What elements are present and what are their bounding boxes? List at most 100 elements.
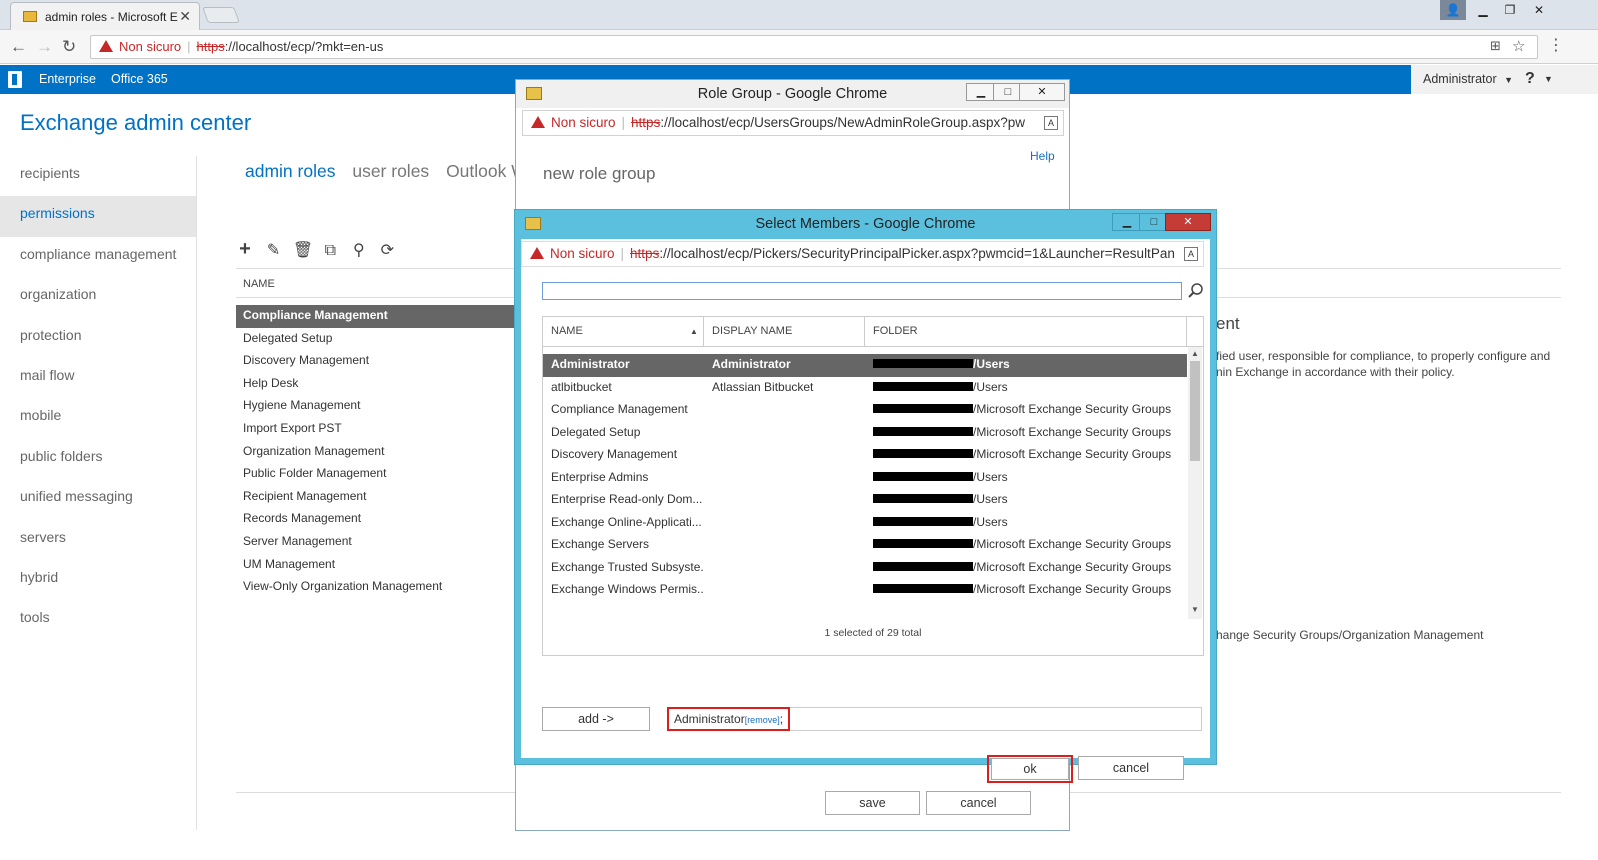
address-bar[interactable]: Non sicuro | https://localhost/ecp/?mkt=en… bbox=[90, 35, 1538, 59]
table-row[interactable]: Exchange Servers /Microsoft Exchange Sec… bbox=[543, 534, 1187, 557]
page-favicon-icon bbox=[23, 11, 37, 22]
table-row[interactable]: Enterprise Read-only Dom... /Users bbox=[543, 489, 1187, 512]
nav-item-hybrid[interactable]: hybrid bbox=[0, 560, 196, 600]
nav-item-protection[interactable]: protection bbox=[0, 318, 196, 358]
nav-item-permissions[interactable]: permissions bbox=[0, 196, 196, 237]
list-item[interactable]: Delegated Setup bbox=[236, 328, 516, 351]
table-row[interactable]: Administrator Administrator /Users bbox=[543, 354, 1187, 377]
table-row[interactable]: atlbitbucket Atlassian Bitbucket /Users bbox=[543, 377, 1187, 400]
close-window-button[interactable]: ✕ bbox=[1526, 0, 1552, 20]
list-item[interactable]: UM Management bbox=[236, 554, 516, 577]
column-name-header[interactable]: NAME bbox=[243, 278, 275, 290]
save-button[interactable]: save bbox=[825, 791, 920, 815]
help-link[interactable]: Help bbox=[1030, 149, 1055, 163]
nav-item-servers[interactable]: servers bbox=[0, 520, 196, 560]
nav-item-organization[interactable]: organization bbox=[0, 277, 196, 317]
list-item[interactable]: Compliance Management bbox=[236, 305, 516, 328]
row-folder: /Users bbox=[865, 489, 1187, 510]
cancel-button[interactable]: cancel bbox=[926, 791, 1031, 815]
tab-user-roles[interactable]: user roles bbox=[352, 161, 429, 181]
remove-link[interactable]: [remove] bbox=[745, 715, 780, 725]
select-members-address-bar[interactable]: Non sicuro | https://localhost/ecp/Pickers… bbox=[521, 241, 1204, 267]
column-header-display-name[interactable]: DISPLAY NAME bbox=[704, 317, 865, 347]
back-arrow-icon[interactable]: ← bbox=[10, 37, 27, 57]
column-header-name[interactable]: NAME ▲ bbox=[543, 317, 704, 347]
list-item[interactable]: Help Desk bbox=[236, 373, 516, 396]
row-folder: /Microsoft Exchange Security Groups bbox=[865, 534, 1187, 555]
list-item[interactable]: Server Management bbox=[236, 531, 516, 554]
row-name: Enterprise Admins bbox=[551, 469, 649, 484]
table-row[interactable]: Delegated Setup /Microsoft Exchange Secu… bbox=[543, 422, 1187, 445]
nav-item-compliance-management[interactable]: compliance management bbox=[0, 237, 196, 277]
top-link-enterprise[interactable]: Enterprise bbox=[39, 72, 96, 86]
add-button[interactable]: add -> bbox=[542, 707, 650, 731]
list-item[interactable]: Records Management bbox=[236, 508, 516, 531]
scroll-down-icon[interactable]: ▼ bbox=[1191, 605, 1199, 614]
table-row[interactable]: Compliance Management /Microsoft Exchang… bbox=[543, 399, 1187, 422]
close-button[interactable]: ✕ bbox=[1019, 83, 1065, 101]
tab-close-icon[interactable]: ✕ bbox=[179, 8, 191, 25]
nav-item-mail-flow[interactable]: mail flow bbox=[0, 358, 196, 398]
cancel-button[interactable]: cancel bbox=[1078, 756, 1184, 780]
nav-item-tools[interactable]: tools bbox=[0, 600, 196, 640]
vertical-scrollbar[interactable]: ▲ ▼ bbox=[1188, 347, 1202, 619]
url-text: ://localhost/ecp/UsersGroups/NewAdminRol… bbox=[660, 115, 1025, 130]
row-name: Discovery Management bbox=[551, 447, 678, 461]
nav-item-mobile[interactable]: mobile bbox=[0, 398, 196, 438]
translate-icon[interactable]: A bbox=[1184, 247, 1198, 261]
scrollbar-thumb[interactable] bbox=[1190, 361, 1200, 461]
minimize-button[interactable]: ▁ bbox=[1112, 213, 1142, 231]
redaction-bar bbox=[873, 561, 973, 571]
url-scheme: https bbox=[631, 115, 661, 130]
profile-icon[interactable]: 👤 bbox=[1440, 0, 1466, 20]
nav-item-unified-messaging[interactable]: unified messaging bbox=[0, 479, 196, 519]
edit-pencil-icon[interactable]: ✎ bbox=[264, 240, 282, 260]
row-folder: /Microsoft Exchange Security Groups bbox=[865, 579, 1187, 600]
new-tab-button[interactable] bbox=[202, 7, 240, 23]
list-item[interactable]: Hygiene Management bbox=[236, 395, 516, 418]
search-icon[interactable]: ⚲ bbox=[350, 240, 368, 260]
list-item[interactable]: Organization Management bbox=[236, 441, 516, 464]
translate-icon[interactable]: A bbox=[1044, 116, 1058, 130]
tab-admin-roles[interactable]: admin roles bbox=[245, 161, 335, 181]
detail-description: fied user, responsible for compliance, t… bbox=[1216, 348, 1556, 380]
close-button[interactable]: ✕ bbox=[1165, 213, 1211, 231]
minimize-button[interactable]: ▁ bbox=[1470, 0, 1496, 20]
table-row[interactable]: Discovery Management /Microsoft Exchange… bbox=[543, 444, 1187, 467]
column-header-folder[interactable]: FOLDER bbox=[865, 317, 1187, 347]
delete-trash-icon[interactable]: 🗑 bbox=[293, 240, 313, 260]
nav-item-public-folders[interactable]: public folders bbox=[0, 439, 196, 479]
translate-icon[interactable]: ⊞ bbox=[1490, 38, 1501, 54]
role-group-address-bar[interactable]: Non sicuro | https://localhost/ecp/UsersGr… bbox=[522, 110, 1064, 136]
nav-divider bbox=[196, 156, 197, 830]
bookmark-star-icon[interactable]: ☆ bbox=[1512, 37, 1525, 55]
copy-icon[interactable]: ⧉ bbox=[321, 242, 339, 260]
list-item[interactable]: Recipient Management bbox=[236, 486, 516, 509]
list-item[interactable]: Discovery Management bbox=[236, 350, 516, 373]
ok-button[interactable]: ok bbox=[991, 758, 1069, 780]
search-input[interactable] bbox=[542, 282, 1182, 300]
table-row[interactable]: Exchange Windows Permis... /Microsoft Ex… bbox=[543, 579, 1187, 602]
list-item[interactable]: Public Folder Management bbox=[236, 463, 516, 486]
menu-dots-icon[interactable]: ⋮ bbox=[1548, 35, 1564, 55]
user-menu[interactable]: Administrator ▼ ? ▼ bbox=[1411, 65, 1598, 94]
help-menu[interactable]: ? bbox=[1525, 70, 1535, 88]
table-row[interactable]: Exchange Online-Applicati... /Users bbox=[543, 512, 1187, 535]
top-link-office365[interactable]: Office 365 bbox=[111, 72, 168, 86]
tab-outlook-web-app-policies[interactable]: Outlook Web App policies bbox=[446, 161, 520, 181]
row-folder-text: /Users bbox=[973, 379, 1008, 394]
reload-icon[interactable]: ↻ bbox=[62, 37, 76, 57]
minimize-button[interactable]: ▁ bbox=[966, 83, 996, 101]
refresh-icon[interactable]: ⟳ bbox=[378, 240, 396, 260]
add-icon[interactable]: + bbox=[236, 238, 254, 261]
scroll-up-icon[interactable]: ▲ bbox=[1191, 349, 1199, 358]
table-row[interactable]: Enterprise Admins /Users bbox=[543, 467, 1187, 490]
list-item[interactable]: Import Export PST bbox=[236, 418, 516, 441]
nav-item-recipients[interactable]: recipients bbox=[0, 156, 196, 196]
restore-button[interactable]: ❐ bbox=[1497, 0, 1523, 20]
search-icon[interactable] bbox=[1187, 282, 1205, 300]
list-item[interactable]: View-Only Organization Management bbox=[236, 576, 516, 599]
browser-tab[interactable]: admin roles - Microsoft E ✕ bbox=[10, 2, 200, 30]
table-row[interactable]: Exchange Trusted Subsyste... /Microsoft … bbox=[543, 557, 1187, 580]
forward-arrow-icon[interactable]: → bbox=[36, 37, 53, 57]
